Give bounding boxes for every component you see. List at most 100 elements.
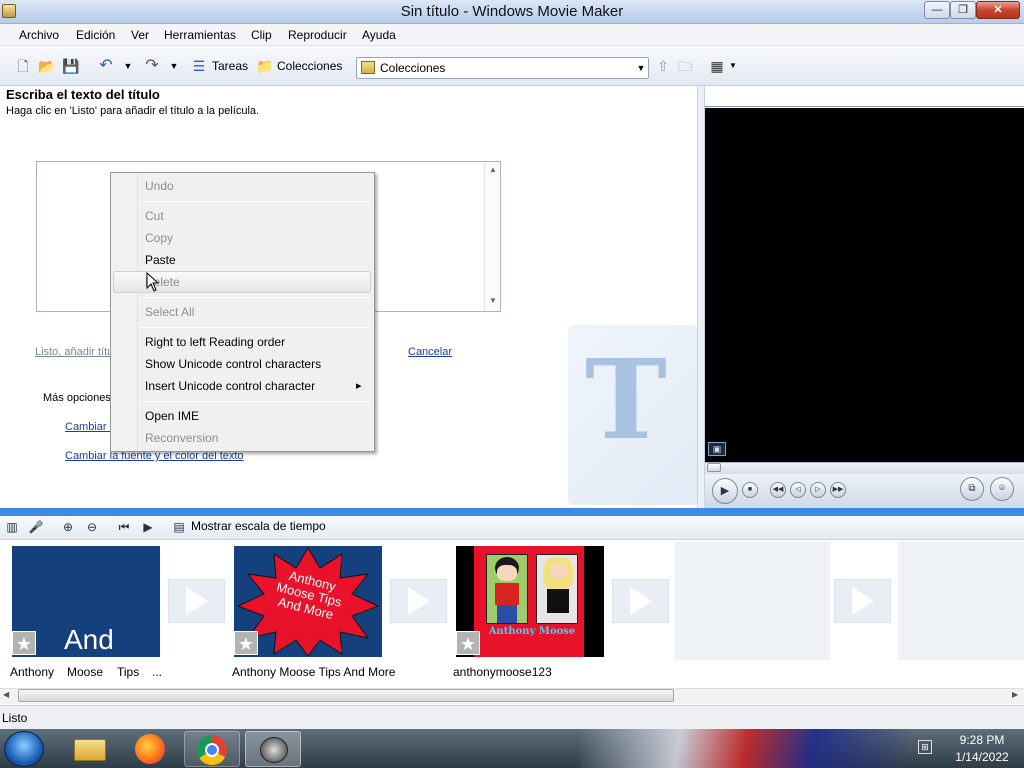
- narrate-microphone-icon[interactable]: 🎤: [28, 519, 44, 535]
- rewind-button[interactable]: ◁: [790, 482, 806, 498]
- menu-ayuda[interactable]: Ayuda: [362, 28, 396, 42]
- scroll-up-icon[interactable]: ▲: [485, 165, 501, 174]
- pane-splitter[interactable]: [697, 86, 705, 508]
- collections-folder-icon[interactable]: 📁: [256, 57, 274, 75]
- scroll-left-icon[interactable]: ◀: [3, 690, 9, 699]
- change-animation-link[interactable]: Cambiar l: [65, 421, 112, 433]
- clip-3-label: anthonymoose123: [453, 665, 552, 679]
- new-folder-icon[interactable]: 🗀: [676, 57, 694, 75]
- transition-slot-1[interactable]: [168, 579, 225, 623]
- menu-item-reconversion[interactable]: Reconversion: [145, 431, 218, 445]
- scroll-down-icon[interactable]: ▼: [485, 296, 501, 305]
- zoom-out-icon[interactable]: ⊖: [84, 519, 100, 535]
- taskbar-firefox[interactable]: [123, 731, 179, 767]
- clip-1-label-word: Tips: [117, 665, 140, 679]
- menu-herramientas[interactable]: Herramientas: [164, 28, 236, 42]
- menu-archivo[interactable]: Archivo: [19, 28, 59, 42]
- seek-bar[interactable]: [705, 462, 1024, 474]
- textbox-scrollbar[interactable]: ▲ ▼: [484, 162, 500, 311]
- chevron-down-icon[interactable]: ▼: [634, 58, 648, 78]
- fullscreen-icon[interactable]: ▣: [708, 442, 726, 456]
- clip-3-effect-star-icon[interactable]: ★: [456, 631, 480, 655]
- network-icon[interactable]: ⊞: [918, 740, 932, 754]
- redo-icon[interactable]: ↷: [143, 57, 161, 75]
- up-level-icon[interactable]: ⇧: [654, 57, 672, 75]
- done-add-title-link[interactable]: Listo, añadir títu: [35, 346, 113, 358]
- menu-item-paste[interactable]: Paste: [145, 253, 176, 267]
- scrollbar-thumb[interactable]: [18, 689, 674, 702]
- collections-dropdown-value: Colecciones: [380, 61, 446, 75]
- more-options-label: Más opciones:: [43, 392, 114, 404]
- stop-button[interactable]: ■: [742, 482, 758, 498]
- save-project-icon[interactable]: 💾: [62, 57, 80, 75]
- storyboard-view-icon[interactable]: ▥: [4, 519, 20, 535]
- menu-edicion[interactable]: Edición: [76, 28, 115, 42]
- menu-reproducir[interactable]: Reproducir: [288, 28, 347, 42]
- window-title: Sin título - Windows Movie Maker: [400, 3, 624, 20]
- play-storyboard-icon[interactable]: ▶: [140, 519, 156, 535]
- menu-item-rtl-reading[interactable]: Right to left Reading order: [145, 335, 285, 349]
- scroll-right-icon[interactable]: ▶: [1012, 690, 1018, 699]
- menu-item-show-unicode[interactable]: Show Unicode control characters: [145, 357, 321, 371]
- collections-button[interactable]: Colecciones: [277, 59, 342, 73]
- tasks-button[interactable]: Tareas: [212, 59, 248, 73]
- menu-item-insert-unicode[interactable]: Insert Unicode control character: [145, 379, 315, 393]
- clip-1-effect-star-icon[interactable]: ★: [12, 631, 36, 655]
- clip-1-label-word: Anthony: [10, 665, 55, 679]
- clip-2-effect-star-icon[interactable]: ★: [234, 631, 258, 655]
- section-divider: [0, 508, 1024, 516]
- restore-button[interactable]: ❐: [950, 1, 976, 19]
- menu-separator: [140, 201, 370, 202]
- view-dropdown-icon[interactable]: ▼: [724, 57, 742, 75]
- title-watermark-icon: T: [585, 335, 667, 464]
- menu-ver[interactable]: Ver: [131, 28, 149, 42]
- seek-thumb[interactable]: [707, 463, 721, 472]
- taskbar-explorer[interactable]: [62, 731, 118, 767]
- start-button[interactable]: [4, 731, 44, 767]
- close-button[interactable]: ✕: [976, 1, 1020, 19]
- menu-separator: [140, 401, 370, 402]
- clock-date[interactable]: 1/14/2022: [946, 750, 1018, 764]
- transition-slot-2[interactable]: [390, 579, 447, 623]
- transition-arrow-icon: [186, 587, 208, 615]
- redo-dropdown-icon[interactable]: ▼: [165, 57, 183, 75]
- forward-button[interactable]: ▷: [810, 482, 826, 498]
- collections-select-icon: [361, 61, 375, 74]
- character-girl-graphic: [536, 554, 578, 624]
- clip-3-thumb-text: Anthony Moose: [488, 626, 576, 637]
- play-button[interactable]: ▶: [712, 478, 738, 504]
- cancel-link[interactable]: Cancelar: [408, 346, 452, 358]
- menu-item-copy[interactable]: Copy: [145, 231, 173, 245]
- open-project-icon[interactable]: 📂: [38, 57, 56, 75]
- next-frame-button[interactable]: ▶▶: [830, 482, 846, 498]
- menu-item-undo[interactable]: Undo: [145, 179, 174, 193]
- take-picture-icon[interactable]: ⌾: [990, 477, 1014, 501]
- clock-time[interactable]: 9:28 PM: [946, 733, 1018, 747]
- menu-item-open-ime[interactable]: Open IME: [145, 409, 199, 423]
- empty-clip-slot[interactable]: [675, 542, 830, 660]
- empty-clip-slot[interactable]: [898, 542, 1024, 660]
- previous-frame-button[interactable]: ◀◀: [770, 482, 786, 498]
- rewind-storyboard-icon[interactable]: ⏮: [116, 519, 132, 535]
- taskbar-chrome[interactable]: [184, 731, 240, 767]
- taskbar-moviemaker[interactable]: [245, 731, 301, 767]
- split-clip-icon[interactable]: ⧉: [960, 477, 984, 501]
- new-project-icon[interactable]: 🗋: [14, 57, 32, 75]
- transition-slot-3[interactable]: [612, 579, 669, 623]
- zoom-in-icon[interactable]: ⊕: [60, 519, 76, 535]
- firefox-icon: [135, 734, 165, 764]
- menu-item-select-all[interactable]: Select All: [145, 305, 194, 319]
- menu-separator: [140, 327, 370, 328]
- preview-divider: [705, 106, 1024, 107]
- menu-clip[interactable]: Clip: [251, 28, 272, 42]
- minimize-button[interactable]: —: [924, 1, 950, 19]
- undo-icon[interactable]: ↶: [97, 57, 115, 75]
- show-timeline-button[interactable]: Mostrar escala de tiempo: [191, 519, 326, 533]
- undo-dropdown-icon[interactable]: ▼: [119, 57, 137, 75]
- clip-1-label-word: Moose: [67, 665, 104, 679]
- timeline-icon[interactable]: ▤: [171, 519, 187, 535]
- tasks-icon[interactable]: ☰: [190, 57, 208, 75]
- wallpaper-strip: [580, 729, 910, 768]
- transition-slot-4[interactable]: [834, 579, 891, 623]
- menu-item-cut[interactable]: Cut: [145, 209, 164, 223]
